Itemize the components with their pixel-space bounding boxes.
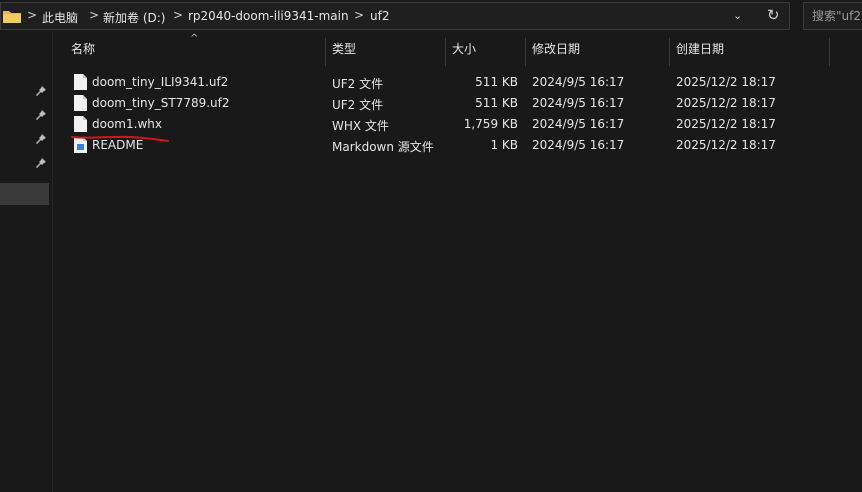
file-icon [74,95,87,111]
file-icon [74,74,87,90]
file-row[interactable]: doom_tiny_ST7789.uf2 UF2 文件 511 KB 2024/… [66,93,846,114]
file-type: UF2 文件 [332,77,384,91]
file-created: 2025/12/2 18:17 [676,75,776,89]
chevron-down-icon[interactable]: ⌄ [733,9,742,22]
file-row[interactable]: doom1.whx WHX 文件 1,759 KB 2024/9/5 16:17… [66,114,846,135]
file-modified: 2024/9/5 16:17 [532,75,625,89]
navigation-pane [0,32,49,492]
chevron-right-icon[interactable]: > [173,8,183,22]
search-input[interactable] [804,3,862,29]
column-divider[interactable] [669,38,670,66]
nav-selected-item[interactable] [0,183,49,205]
chevron-right-icon: > [27,8,38,22]
file-size: 1 KB [490,138,518,152]
sort-ascending-icon: ^ [190,33,199,44]
file-type: UF2 文件 [332,98,384,112]
breadcrumb-drive[interactable]: 新加卷 (D:) [103,9,165,26]
chevron-right-icon[interactable]: > [89,8,99,22]
chevron-right-icon[interactable]: > [354,8,364,22]
column-divider[interactable] [445,38,446,66]
file-modified: 2024/9/5 16:17 [532,117,625,131]
column-header-name[interactable]: 名称 [71,40,95,57]
file-name: doom_tiny_ST7789.uf2 [92,96,230,110]
column-header-modified[interactable]: 修改日期 [532,40,580,57]
file-modified: 2024/9/5 16:17 [532,96,625,110]
file-size: 1,759 KB [463,117,518,131]
pin-icon[interactable] [36,134,46,144]
file-name: doom1.whx [92,117,162,131]
file-size: 511 KB [475,96,518,110]
folder-icon [3,11,21,23]
file-size: 511 KB [475,75,518,89]
column-divider[interactable] [325,38,326,66]
refresh-icon[interactable]: ↻ [767,6,780,24]
pin-icon[interactable] [36,110,46,120]
file-created: 2025/12/2 18:17 [676,138,776,152]
file-name: doom_tiny_ILI9341.uf2 [92,75,229,89]
pin-icon[interactable] [36,158,46,168]
file-row[interactable]: doom_tiny_ILI9341.uf2 UF2 文件 511 KB 2024… [66,72,846,93]
file-type: WHX 文件 [332,119,389,133]
file-row[interactable]: README Markdown 源文件 1 KB 2024/9/5 16:17 … [66,135,846,156]
file-modified: 2024/9/5 16:17 [532,138,625,152]
column-divider[interactable] [525,38,526,66]
file-created: 2025/12/2 18:17 [676,96,776,110]
column-header-size[interactable]: 大小 [452,40,476,57]
column-header-type[interactable]: 类型 [332,40,356,57]
breadcrumb-this-pc[interactable]: 此电脑 [42,9,78,26]
file-icon [74,116,87,132]
file-created: 2025/12/2 18:17 [676,117,776,131]
pane-divider[interactable] [52,32,53,492]
red-underline-annotation [71,135,169,142]
breadcrumb-uf2[interactable]: uf2 [370,9,389,23]
file-type: Markdown 源文件 [332,140,434,154]
search-box[interactable] [803,2,862,30]
column-divider[interactable] [829,38,830,66]
pin-icon[interactable] [36,86,46,96]
breadcrumb-project-folder[interactable]: rp2040-doom-ili9341-main [188,9,349,23]
column-header-created[interactable]: 创建日期 [676,40,724,57]
address-bar[interactable]: > 此电脑 > 新加卷 (D:) > rp2040-doom-ili9341-m… [0,2,790,30]
